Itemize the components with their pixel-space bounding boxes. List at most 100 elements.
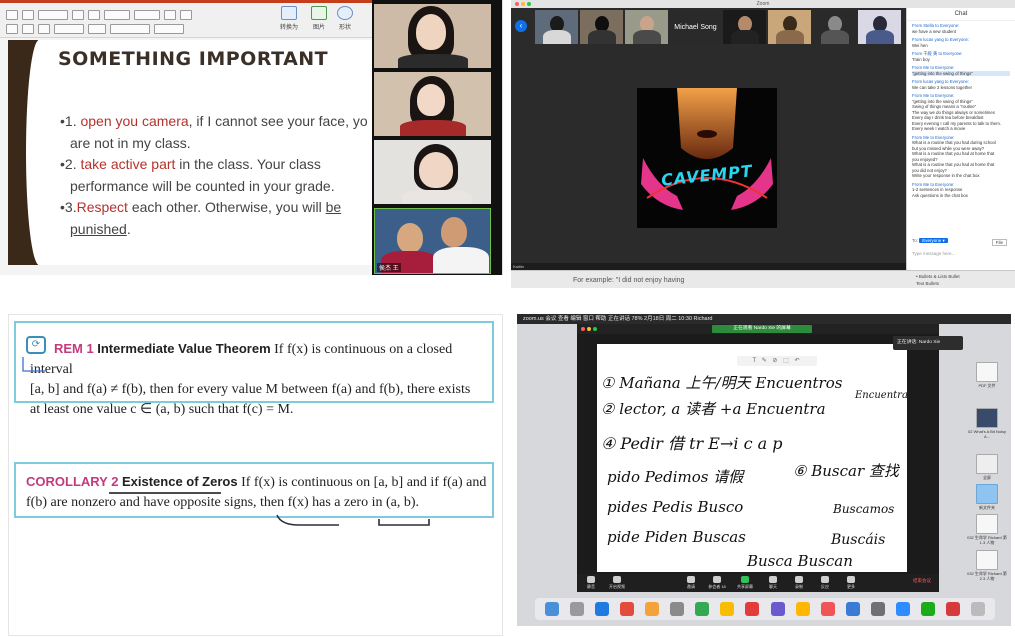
font-size-box[interactable] [38,10,68,20]
mac-menubar[interactable]: zoom.us 会议 查看 编辑 窗口 帮助 正在讲话 78% 2月18日 周二… [517,314,1011,324]
align-controls[interactable] [134,10,160,20]
ribbon-button[interactable] [22,10,34,20]
bullets-panel[interactable]: • Bullets & Lists Bullet Text Bullets [916,273,960,287]
chat-recipient[interactable]: To: Everyone ▾ [912,238,948,244]
music-icon[interactable] [820,602,835,616]
mute-button[interactable]: 静音 [579,576,603,590]
participants-button[interactable]: 参会者 18 [705,576,729,590]
settings-icon[interactable] [870,602,885,616]
paragraph-controls[interactable] [104,10,130,20]
scrollbar[interactable] [502,0,503,275]
corollary-text: COROLLARY 2 Existence of Zeros If f(x) i… [26,472,490,513]
more-button[interactable]: 更多 [839,576,863,590]
app-icon[interactable] [644,602,659,616]
slide-canvas[interactable]: SOMETHING IMPORTANT •1. open you camera,… [8,40,372,265]
text-effects[interactable] [54,24,84,34]
start-video-button[interactable]: 开启视频 [605,576,629,590]
desktop-file[interactable]: 032 生命学 Richard 第1.3 人物 [967,514,1007,545]
app-icon[interactable] [695,602,710,616]
picture-icon [311,6,327,20]
ribbon-button[interactable] [88,10,100,20]
ribbon-button[interactable] [6,10,18,20]
app-icon[interactable] [770,602,785,616]
chat-messages[interactable]: From Stella to Everyone: we have a new st… [907,21,1015,203]
column-controls[interactable] [154,24,184,34]
maximize-window-button[interactable] [593,327,597,331]
notes-icon[interactable] [720,602,735,616]
list-controls[interactable] [110,24,150,34]
annotation-toolbar[interactable]: T ✎ ⊘ ⬚ ↶ [737,356,817,366]
close-window-button[interactable] [581,327,585,331]
participant-thumbnail-name[interactable]: Michael Song [670,10,721,44]
ribbon-button[interactable] [180,10,192,20]
invite-button[interactable]: 邀请 [679,576,703,590]
participant-thumbnail[interactable] [722,10,766,44]
desktop-file[interactable]: 02 What's A Bit Noisy A... [967,408,1007,439]
chat-input[interactable]: Type message here... [912,251,955,256]
desktop-file[interactable]: PDF 文件 [967,362,1007,388]
wechat-icon[interactable] [921,602,936,616]
thumb-body [730,30,759,44]
bold-button[interactable] [6,24,18,34]
ribbon-button[interactable] [72,10,84,20]
video-body [400,120,466,136]
bullet-line: •3.Respect each other. Otherwise, you wi… [60,199,342,215]
app-store-icon[interactable] [845,602,860,616]
shapes-icon [337,6,353,20]
minimize-window-button[interactable] [587,327,591,331]
chat-button[interactable]: 聊天 [761,576,785,590]
participant-thumbnail[interactable] [580,10,624,44]
participant-thumbnail[interactable] [535,10,579,44]
bullets-menu[interactable]: • Bullets & Lists Bullet [916,273,960,280]
app-icon[interactable] [670,602,685,616]
participant-video-column: 侯杰 王 [372,0,502,275]
ribbon-button[interactable] [164,10,176,20]
font-color[interactable] [88,24,106,34]
theorem-text: REM 1 Intermediate Value Theorem If f(x)… [30,339,490,420]
safari-icon[interactable] [594,602,609,616]
desktop-file[interactable]: 全屏 [967,454,1007,480]
desktop-file[interactable]: 032 生命学 Richard 第2.3 人物 [967,550,1007,581]
chat-message: From lucas yang to Everyone: Wei hen [912,37,970,48]
text-bullets-option[interactable]: Text Bullets [916,280,960,287]
participant-thumbnail[interactable] [767,10,811,44]
insert-shapes-button[interactable]: 形状 [332,6,358,36]
zoom-whiteboard-window: 正在观看 Nardo Xie 的屏幕 T ✎ ⊘ ⬚ ↶ ① Mañana 上午… [577,324,939,592]
participant-video-active[interactable]: 侯杰 王 [374,208,491,274]
app-icon[interactable] [946,602,961,616]
file-button[interactable]: File [991,239,1007,246]
recipient-dropdown[interactable]: Everyone ▾ [919,238,948,243]
participant-video[interactable] [374,4,491,68]
document-icon [976,514,998,534]
gallery-prev-button[interactable]: ‹ [515,20,527,32]
app-icon[interactable] [795,602,810,616]
participant-video[interactable] [374,140,491,204]
calendar-icon[interactable] [745,602,760,616]
insert-picture-button[interactable]: 图片 [306,6,332,36]
viewing-screen-banner[interactable]: 正在观看 Nardo Xie 的屏幕 [712,325,812,333]
participant-thumbnail[interactable] [857,10,901,44]
zoom-icon[interactable] [896,602,911,616]
participant-thumbnail[interactable] [812,10,856,44]
share-screen-button[interactable]: 共享屏幕 [733,576,757,590]
participant-thumbnail[interactable] [625,10,669,44]
launchpad-icon[interactable] [569,602,584,616]
taskbar: Kaitlin [511,263,906,270]
smartart-icon [281,6,297,20]
speaker-indicator: 正在讲话: Nardo Xie [893,336,963,350]
app-icon[interactable] [619,602,634,616]
participant-video[interactable] [374,72,491,136]
whiteboard-canvas[interactable]: T ✎ ⊘ ⬚ ↶ ① Mañana 上午/明天 Encuentros ② le… [597,344,907,572]
reactions-button[interactable]: 反应 [813,576,837,590]
corollary-line: If f(x) is continuous on [a, b] and if f… [241,475,487,490]
desktop-folder[interactable]: 新文件夹 [967,484,1007,510]
end-meeting-button[interactable]: 结束会议 [913,578,931,584]
finder-icon[interactable] [544,602,559,616]
theorem-label: REM 1 [54,341,94,356]
record-button[interactable]: 录制 [787,576,811,590]
chat-message: From lucas yang to Everyone: We can take … [912,79,973,90]
trash-icon[interactable] [971,602,986,616]
underline-button[interactable] [38,24,50,34]
convert-smartart-button[interactable]: 转换为 [276,6,302,36]
italic-button[interactable] [22,24,34,34]
